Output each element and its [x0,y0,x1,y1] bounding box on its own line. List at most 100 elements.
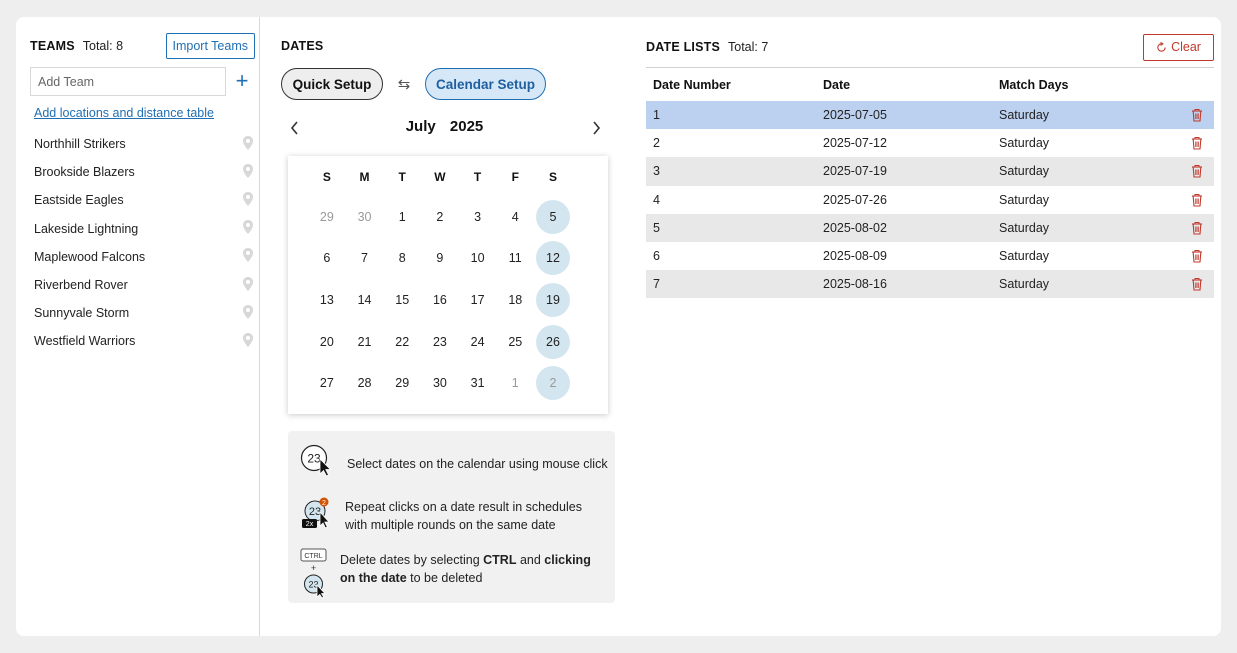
day-number: 29 [395,376,410,391]
calendar-day[interactable]: 25 [496,321,534,363]
ctrl-click-icon: CTRL + 23 [300,548,336,601]
calendar-day[interactable]: 1 [496,362,534,404]
calendar-day[interactable]: 9 [421,238,459,280]
calendar-day[interactable]: 21 [346,321,384,363]
trash-icon[interactable] [1179,108,1214,122]
table-row[interactable]: 4 2025-07-26 Saturday [646,186,1214,214]
cell-match-day: Saturday [999,136,1050,151]
location-pin-icon[interactable] [242,276,254,295]
calendar-day[interactable]: 3 [459,196,497,238]
team-row[interactable]: Westfield Warriors [34,327,254,355]
calendar-day[interactable]: 8 [383,238,421,280]
calendar-day-selected[interactable]: 2 [534,362,572,404]
calendar-day[interactable]: 11 [496,238,534,280]
trash-icon[interactable] [1179,164,1214,179]
team-name: Maplewood Falcons [34,249,146,264]
team-row[interactable]: Lakeside Lightning [34,215,254,243]
date-lists-panel: DATE LISTS Total: 7 Clear Date Number Da… [646,17,1214,636]
clear-button[interactable]: Clear [1143,33,1214,61]
location-pin-icon[interactable] [242,191,254,210]
table-row[interactable]: 6 2025-08-09 Saturday [646,242,1214,270]
calendar-day[interactable]: 13 [308,279,346,321]
dates-panel: DATES Quick Setup ⇆ Calendar Setup July … [281,17,621,636]
calendar-day-selected[interactable]: 26 [534,321,572,363]
month-navigation: July 2025 [281,115,608,141]
table-row[interactable]: 1 2025-07-05 Saturday [646,101,1214,130]
svg-text:CTRL: CTRL [304,553,322,560]
add-team-plus-icon[interactable]: + [232,69,252,93]
table-row[interactable]: 2 2025-07-12 Saturday [646,129,1214,157]
calendar-day[interactable]: 16 [421,279,459,321]
calendar-day[interactable]: 2 [421,196,459,238]
trash-icon[interactable] [1179,221,1214,235]
add-team-input[interactable]: Add Team [30,67,226,96]
refresh-icon [1157,41,1166,52]
calendar-day[interactable]: 29 [308,196,346,238]
trash-icon[interactable] [1179,193,1214,207]
location-pin-icon[interactable] [242,332,254,351]
calendar-day[interactable]: 14 [346,279,384,321]
location-pin-icon[interactable] [242,219,254,238]
chevron-right-icon[interactable] [584,115,608,141]
dates-title: DATES [281,39,324,53]
calendar-day[interactable]: 10 [459,238,497,280]
table-row[interactable]: 7 2025-08-16 Saturday [646,270,1214,299]
add-locations-link[interactable]: Add locations and distance table [34,106,214,120]
teams-header: TEAMS Total: 8 Import Teams [30,33,255,59]
import-teams-button[interactable]: Import Teams [165,33,255,59]
day-number: 3 [474,209,482,224]
location-pin-icon[interactable] [242,163,254,182]
calendar-day[interactable]: 23 [421,321,459,363]
calendar-day-selected[interactable]: 12 [534,238,572,280]
team-row[interactable]: Northhill Strikers [34,130,254,158]
calendar-day[interactable]: 28 [346,362,384,404]
calendar-day[interactable]: 31 [459,362,497,404]
weekday-header: M [359,170,370,184]
teams-total: Total: 8 [82,39,124,53]
calendar-day-selected[interactable]: 19 [534,279,572,321]
calendar-day-selected[interactable]: 5 [534,196,572,238]
day-number: 16 [432,292,447,307]
location-pin-icon[interactable] [242,304,254,323]
calendar-day[interactable]: 1 [383,196,421,238]
swap-icon[interactable]: ⇆ [383,75,425,93]
calendar-day[interactable]: 30 [346,196,384,238]
cell-date-number: 5 [653,220,660,235]
calendar-day[interactable]: 15 [383,279,421,321]
quick-setup-button[interactable]: Quick Setup [281,68,383,100]
team-row[interactable]: Brookside Blazers [34,158,254,186]
calendar-day[interactable]: 24 [459,321,497,363]
calendar-setup-button[interactable]: Calendar Setup [425,68,546,100]
trash-icon[interactable] [1179,277,1214,291]
calendar-day[interactable]: 20 [308,321,346,363]
cell-date-number: 6 [653,249,660,264]
calendar-day[interactable]: 30 [421,362,459,404]
cell-date: 2025-07-26 [823,192,887,207]
day-number: 5 [535,199,570,234]
svg-text:2x: 2x [306,521,314,528]
team-row[interactable]: Maplewood Falcons [34,243,254,271]
calendar-day[interactable]: 29 [383,362,421,404]
trash-icon[interactable] [1179,136,1214,150]
location-pin-icon[interactable] [242,135,254,154]
location-pin-icon[interactable] [242,247,254,266]
trash-icon[interactable] [1179,249,1214,263]
calendar-day[interactable]: 17 [459,279,497,321]
calendar-day[interactable]: 18 [496,279,534,321]
calendar-day[interactable]: 22 [383,321,421,363]
day-number: 21 [357,334,372,349]
team-row[interactable]: Eastside Eagles [34,186,254,214]
calendar-day[interactable]: 7 [346,238,384,280]
team-row[interactable]: Sunnyvale Storm [34,299,254,327]
cell-date-number: 7 [653,277,660,292]
setup-mode-switch: Quick Setup ⇆ Calendar Setup [281,68,546,100]
calendar-day[interactable]: 27 [308,362,346,404]
calendar-day[interactable]: 6 [308,238,346,280]
team-row[interactable]: Riverbend Rover [34,271,254,299]
calendar-day[interactable]: 4 [496,196,534,238]
table-row[interactable]: 3 2025-07-19 Saturday [646,157,1214,186]
day-number: 1 [398,209,406,224]
help-box: 23 Select dates on the calendar using mo… [288,431,615,603]
table-row[interactable]: 5 2025-08-02 Saturday [646,213,1214,242]
day-number: 22 [395,334,410,349]
